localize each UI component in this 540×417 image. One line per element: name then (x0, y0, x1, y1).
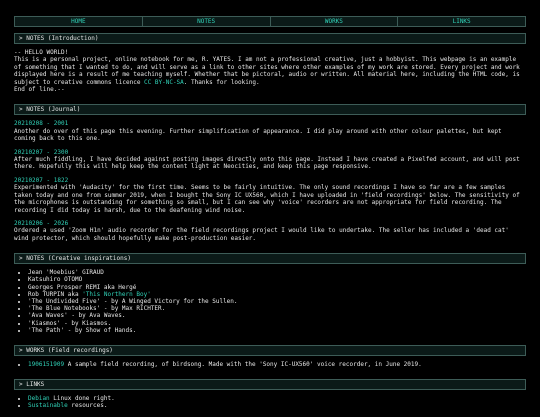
journal-section: > NOTES (Journal) 20210208 - 2001 Anothe… (14, 104, 526, 249)
list-item: 'The Path' - by Show of Hands. (28, 327, 526, 334)
recording-description: A sample field recording, of birdsong. M… (64, 360, 422, 368)
list-item: 'The Undivided Five' - by A Winged Victo… (28, 298, 526, 305)
sustainable-link[interactable]: Sustainable (28, 402, 68, 409)
list-item: 1906151909 A sample field recording, of … (28, 361, 526, 368)
this-northern-boy-link[interactable]: 'This Northern Boy' (82, 291, 151, 298)
intro-body: -- HELLO WORLD! This is a personal proje… (14, 44, 526, 100)
list-item: Georges Prosper REMI aka Hergé (28, 284, 526, 291)
recording-link[interactable]: 1906151909 (28, 361, 64, 368)
journal-body: 20210208 - 2001 Another do over of this … (14, 115, 526, 249)
inspirations-section: > NOTES (Creative inspirations) Jean 'Mo… (14, 253, 526, 341)
nav-home-link[interactable]: HOME (15, 17, 143, 26)
list-item: 'Ava Waves' - by Ava Waves. (28, 312, 526, 319)
journal-text: Another do over of this page this evenin… (14, 127, 502, 143)
intro-paragraph: This is a personal project, online noteb… (14, 56, 526, 86)
links-section: > LINKS Debian Linux done right. Sustain… (14, 379, 526, 416)
journal-header: > NOTES (Journal) (14, 104, 526, 116)
list-item: Rob TURPIN aka 'This Northern Boy' (28, 291, 526, 298)
journal-date: 20210206 - 2026 (14, 219, 69, 227)
intro-end: End of line.-- (14, 86, 65, 94)
list-item-text: 'Kiasmos' - by Kiasmos. (28, 319, 112, 327)
intro-hello: -- HELLO WORLD! (14, 49, 69, 56)
links-body: Debian Linux done right. Sustainable res… (14, 390, 526, 416)
intro-text-a: This is a personal project, online noteb… (14, 56, 520, 86)
journal-entry: 20210207 - 1822 Experimented with 'Audac… (14, 177, 526, 214)
debian-link[interactable]: Debian (28, 395, 50, 402)
works-header: > WORKS (Field recordings) (14, 344, 526, 356)
journal-text: Ordered a used 'Zoom H1n' audio recorder… (14, 227, 509, 242)
list-item-text: Georges Prosper REMI aka Hergé (28, 283, 137, 291)
top-nav: HOME NOTES WORKS LINKS (14, 16, 526, 27)
links-header: > LINKS (14, 379, 526, 391)
intro-text-b: . Thanks for looking. (183, 78, 260, 86)
journal-text: Experimented with 'Audacity' for the fir… (14, 184, 520, 214)
list-item-text: Rob TURPIN aka (28, 290, 83, 298)
intro-header: > NOTES (Introduction) (14, 33, 526, 44)
list-item-text: 'The Undivided Five' - by A Winged Victo… (28, 297, 238, 305)
list-item: Jean 'Moebius' GIRAUD (28, 269, 526, 276)
list-item: Sustainable resources. (28, 402, 526, 409)
inspirations-header: > NOTES (Creative inspirations) (14, 253, 526, 265)
works-body: 1906151909 A sample field recording, of … (14, 356, 526, 375)
list-item-text: 'Ava Waves' - by Ava Waves. (28, 312, 126, 320)
page: HOME NOTES WORKS LINKS > NOTES (Introduc… (14, 0, 526, 417)
journal-entry: 20210208 - 2001 Another do over of this … (14, 120, 526, 142)
list-item-text: 'The Path' - by Show of Hands. (28, 326, 137, 334)
journal-date: 20210207 - 1822 (14, 176, 69, 184)
list-item-text: 'The Blue Notebooks' - by Max RICHTER. (28, 305, 166, 313)
works-list: 1906151909 A sample field recording, of … (14, 361, 526, 368)
nav-works-link[interactable]: WORKS (271, 17, 399, 26)
inspirations-body: Jean 'Moebius' GIRAUD Katsuhiro OTOMO Ge… (14, 264, 526, 341)
intro-section: > NOTES (Introduction) -- HELLO WORLD! T… (14, 33, 526, 100)
inspirations-list: Jean 'Moebius' GIRAUD Katsuhiro OTOMO Ge… (14, 269, 526, 334)
journal-text: After much fiddling, I have decided agai… (14, 156, 520, 171)
licence-link[interactable]: CC BY-NC-SA (144, 79, 184, 86)
list-item: 'Kiasmos' - by Kiasmos. (28, 320, 526, 327)
link-description: resources. (67, 402, 108, 410)
works-section: > WORKS (Field recordings) 1906151909 A … (14, 344, 526, 375)
list-item-text: Jean 'Moebius' GIRAUD (28, 269, 104, 277)
list-item: Katsuhiro OTOMO (28, 276, 526, 283)
list-item-text: Katsuhiro OTOMO (28, 276, 83, 284)
nav-links-link[interactable]: LINKS (398, 17, 525, 26)
list-item: Debian Linux done right. (28, 395, 526, 402)
nav-notes-link[interactable]: NOTES (143, 17, 271, 26)
journal-date: 20210208 - 2001 (14, 120, 69, 128)
link-description: Linux done right. (49, 395, 115, 403)
list-item: 'The Blue Notebooks' - by Max RICHTER. (28, 305, 526, 312)
journal-entry: 20210206 - 2026 Ordered a used 'Zoom H1n… (14, 220, 526, 242)
links-list: Debian Linux done right. Sustainable res… (14, 395, 526, 409)
journal-entry: 20210207 - 2300 After much fiddling, I h… (14, 149, 526, 171)
journal-date: 20210207 - 2300 (14, 148, 69, 156)
